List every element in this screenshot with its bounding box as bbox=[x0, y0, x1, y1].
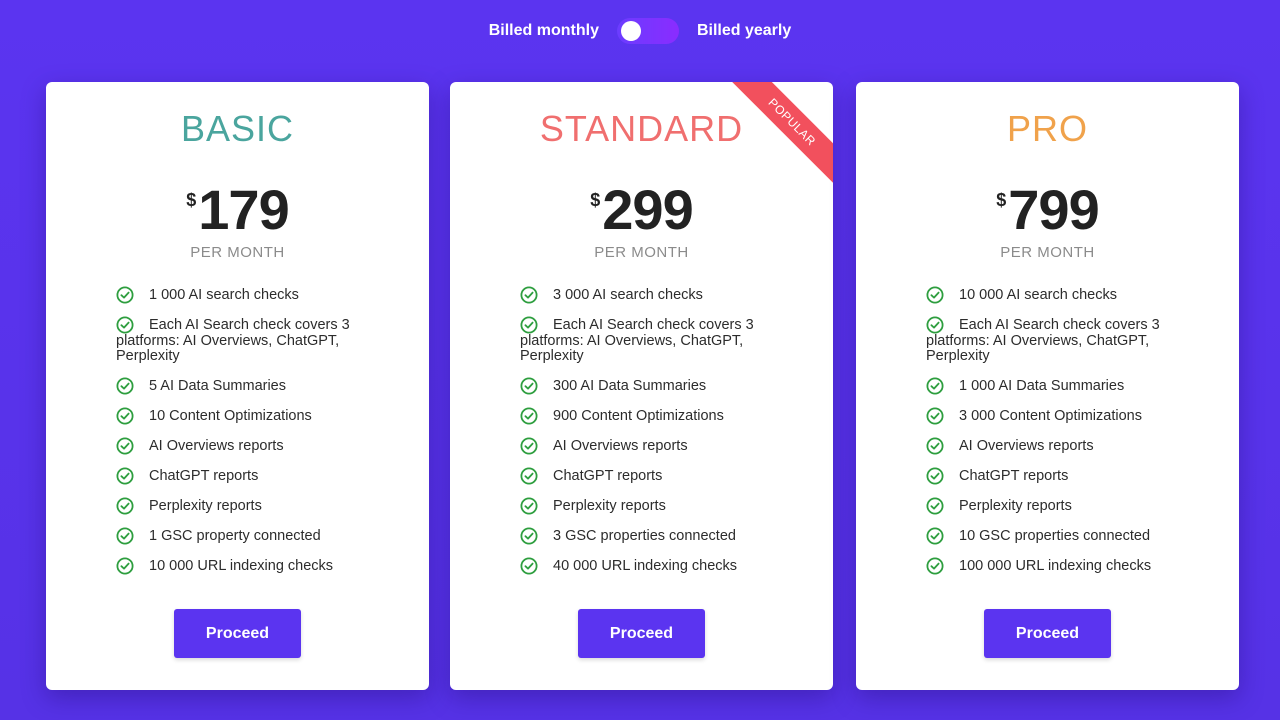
check-circle-icon bbox=[520, 286, 538, 304]
check-circle-icon bbox=[926, 437, 944, 455]
plan-name: PRO bbox=[1006, 108, 1088, 149]
feature-item: 100 000 URL indexing checks bbox=[926, 557, 1186, 575]
feature-item: 10 GSC properties connected bbox=[926, 527, 1186, 545]
price-period: PER MONTH bbox=[190, 244, 285, 261]
check-circle-icon bbox=[926, 557, 944, 575]
check-circle-icon bbox=[116, 286, 134, 304]
check-circle-icon bbox=[116, 527, 134, 545]
check-circle-icon bbox=[116, 467, 134, 485]
plan-card-standard: POPULAR STANDARD $ 299 PER MONTH 3 000 A… bbox=[450, 82, 833, 690]
plan-card-pro: PRO $ 799 PER MONTH 10 000 AI search che… bbox=[856, 82, 1239, 690]
feature-item: 1 GSC property connected bbox=[116, 527, 376, 545]
feature-item: AI Overviews reports bbox=[926, 437, 1186, 455]
proceed-button[interactable]: Proceed bbox=[174, 609, 301, 658]
check-circle-icon bbox=[520, 497, 538, 515]
currency-symbol: $ bbox=[996, 190, 1007, 210]
feature-item: ChatGPT reports bbox=[116, 467, 376, 485]
feature-list: 10 000 AI search checks Each AI Search c… bbox=[926, 286, 1186, 589]
check-circle-icon bbox=[116, 437, 134, 455]
feature-item: Each AI Search check covers 3 platforms:… bbox=[116, 316, 350, 364]
proceed-button[interactable]: Proceed bbox=[578, 609, 705, 658]
price-amount: 299 bbox=[602, 178, 693, 241]
feature-item: 10 000 URL indexing checks bbox=[116, 557, 376, 575]
feature-item: 1 000 AI search checks bbox=[116, 286, 376, 304]
feature-item: 3 000 AI search checks bbox=[520, 286, 780, 304]
feature-list: 3 000 AI search checks Each AI Search ch… bbox=[520, 286, 780, 589]
feature-item: 10 000 AI search checks bbox=[926, 286, 1186, 304]
check-circle-icon bbox=[926, 407, 944, 425]
feature-item: ChatGPT reports bbox=[926, 467, 1186, 485]
plan-name: BASIC bbox=[180, 108, 295, 149]
feature-item: AI Overviews reports bbox=[116, 437, 376, 455]
check-circle-icon bbox=[926, 377, 944, 395]
check-circle-icon bbox=[926, 527, 944, 545]
feature-item: Perplexity reports bbox=[520, 497, 780, 515]
price-period: PER MONTH bbox=[1000, 244, 1095, 261]
feature-item: AI Overviews reports bbox=[520, 437, 780, 455]
billing-toggle-bar: Billed monthly Billed yearly bbox=[0, 16, 1280, 46]
feature-item: Each AI Search check covers 3 platforms:… bbox=[520, 316, 754, 364]
currency-symbol: $ bbox=[186, 190, 197, 210]
check-circle-icon bbox=[926, 286, 944, 304]
check-circle-icon bbox=[520, 467, 538, 485]
feature-list: 1 000 AI search checks Each AI Search ch… bbox=[116, 286, 376, 589]
check-circle-icon bbox=[116, 377, 134, 395]
check-circle-icon bbox=[520, 527, 538, 545]
feature-item: ChatGPT reports bbox=[520, 467, 780, 485]
price: $ 179 bbox=[46, 182, 429, 238]
feature-item: 1 000 AI Data Summaries bbox=[926, 377, 1186, 395]
check-circle-icon bbox=[116, 497, 134, 515]
proceed-button[interactable]: Proceed bbox=[984, 609, 1111, 658]
check-circle-icon bbox=[926, 467, 944, 485]
check-circle-icon bbox=[520, 437, 538, 455]
feature-item: 300 AI Data Summaries bbox=[520, 377, 780, 395]
check-circle-icon bbox=[926, 497, 944, 515]
feature-item: 900 Content Optimizations bbox=[520, 407, 780, 425]
check-circle-icon bbox=[520, 557, 538, 575]
feature-item: 40 000 URL indexing checks bbox=[520, 557, 780, 575]
price-amount: 179 bbox=[198, 178, 289, 241]
check-circle-icon bbox=[520, 377, 538, 395]
toggle-knob bbox=[620, 21, 641, 41]
billed-monthly-label[interactable]: Billed monthly bbox=[489, 22, 599, 40]
check-circle-icon bbox=[116, 316, 134, 334]
feature-item: Perplexity reports bbox=[116, 497, 376, 515]
price: $ 299 bbox=[450, 182, 833, 238]
price: $ 799 bbox=[856, 182, 1239, 238]
billed-yearly-label[interactable]: Billed yearly bbox=[697, 22, 791, 40]
feature-item: 5 AI Data Summaries bbox=[116, 377, 376, 395]
feature-item: Each AI Search check covers 3 platforms:… bbox=[926, 316, 1160, 364]
feature-item: 10 Content Optimizations bbox=[116, 407, 376, 425]
price-period: PER MONTH bbox=[594, 244, 689, 261]
check-circle-icon bbox=[116, 557, 134, 575]
feature-item: 3 GSC properties connected bbox=[520, 527, 780, 545]
feature-item: 3 000 Content Optimizations bbox=[926, 407, 1186, 425]
currency-symbol: $ bbox=[590, 190, 601, 210]
check-circle-icon bbox=[116, 407, 134, 425]
check-circle-icon bbox=[520, 316, 538, 334]
plan-name: STANDARD bbox=[539, 108, 744, 149]
feature-item: Perplexity reports bbox=[926, 497, 1186, 515]
price-amount: 799 bbox=[1008, 178, 1099, 241]
billing-period-toggle[interactable] bbox=[616, 18, 679, 44]
check-circle-icon bbox=[520, 407, 538, 425]
check-circle-icon bbox=[926, 316, 944, 334]
plan-card-basic: BASIC $ 179 PER MONTH 1 000 AI search ch… bbox=[46, 82, 429, 690]
